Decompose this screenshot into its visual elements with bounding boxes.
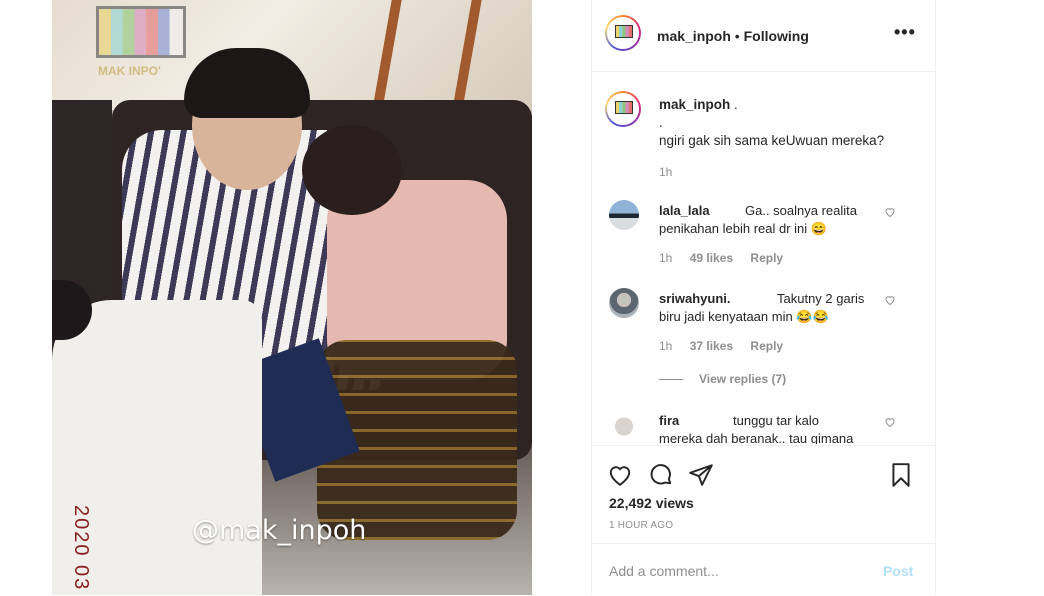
heart-icon[interactable] [884,294,896,306]
view-count[interactable]: 22,492 views [609,495,694,511]
heart-icon[interactable] [884,206,896,218]
post-time[interactable]: 1 HOUR AGO [609,520,673,531]
comment-avatar[interactable] [609,410,639,440]
caption-text: ngiri gak sih sama keUwuan mereka? [659,133,885,148]
post-panel: mak_inpoh • Following ••• mak_inpoh . . … [591,0,936,595]
caption-username[interactable]: mak_inpoh . [659,97,738,112]
channel-logo-text: MAK INPO' [98,64,161,78]
heart-icon[interactable] [607,462,633,488]
comment-username[interactable]: lala_lala [659,203,710,218]
comment-text-cont: mereka dah beranak.. tau gimana [659,431,854,444]
comment-input[interactable]: Add a comment... [609,563,719,579]
panel-border [935,0,936,595]
video-watermark: @mak_inpoh [192,515,367,546]
comment-username[interactable]: sriwahyuni. [659,291,731,306]
tv-logo-icon [615,25,633,38]
comment-avatar[interactable] [609,288,639,318]
comment-meta: 1h 37 likes Reply [659,339,797,353]
caption-avatar[interactable] [605,91,641,127]
following-button[interactable]: Following [744,28,809,44]
header-username-link[interactable]: mak_inpoh [657,28,731,44]
comments-list[interactable]: mak_inpoh . . ngiri gak sih sama keUwuan… [592,72,936,444]
view-replies-button[interactable]: View replies (7) [659,372,786,386]
comment-item: sriwahyuni. Takutny 2 garis biru jadi ke… [592,288,936,368]
share-icon[interactable] [688,462,714,488]
post-button[interactable]: Post [883,563,913,579]
add-comment-section: Add a comment... Post [592,543,936,596]
comment-likes[interactable]: 49 likes [690,251,733,265]
channel-logo-watermark [96,6,186,58]
comment-time[interactable]: 1h [659,251,672,265]
comment-text: Takutny 2 garis [777,291,865,306]
comment-text: tunggu tar kalo [733,413,820,428]
reply-button[interactable]: Reply [750,339,783,353]
tv-logo-icon [615,101,633,114]
header-separator: • [734,28,740,44]
comment-likes[interactable]: 37 likes [690,339,733,353]
video-player[interactable]: MAK INPO' 2020 03 0 @mak_inpoh [52,0,532,595]
comment-text-cont: penikahan lebih real dr ini 😄 [659,221,827,236]
comment-meta: 1h 49 likes Reply [659,251,797,265]
video-woman-head [302,125,402,215]
more-options-icon[interactable]: ••• [894,22,916,43]
comment-item: fira tunggu tar kalo mereka dah beranak.… [592,410,936,444]
comment-username[interactable]: fira [659,413,679,428]
comment-icon[interactable] [648,462,674,488]
reply-button[interactable]: Reply [750,251,783,265]
caption-time[interactable]: 1h [659,165,672,179]
heart-icon[interactable] [884,416,896,428]
post-header: mak_inpoh • Following ••• [592,0,936,72]
comment-avatar[interactable] [609,200,639,230]
comment-item: lala_lala Ga.. soalnya realita penikahan… [592,200,936,280]
post-actions: 22,492 views 1 HOUR AGO [592,445,936,544]
header-user: mak_inpoh • Following [657,28,809,44]
comment-text: Ga.. soalnya realita [745,203,858,218]
avatar[interactable] [605,15,641,51]
bookmark-icon[interactable] [888,462,914,488]
comment-text-cont: biru jadi kenyataan min 😂😂 [659,309,829,324]
video-date-stamp: 2020 03 0 [70,505,92,595]
caption-line: . [659,115,663,130]
replies-dash [659,379,683,381]
comment-time[interactable]: 1h [659,339,672,353]
